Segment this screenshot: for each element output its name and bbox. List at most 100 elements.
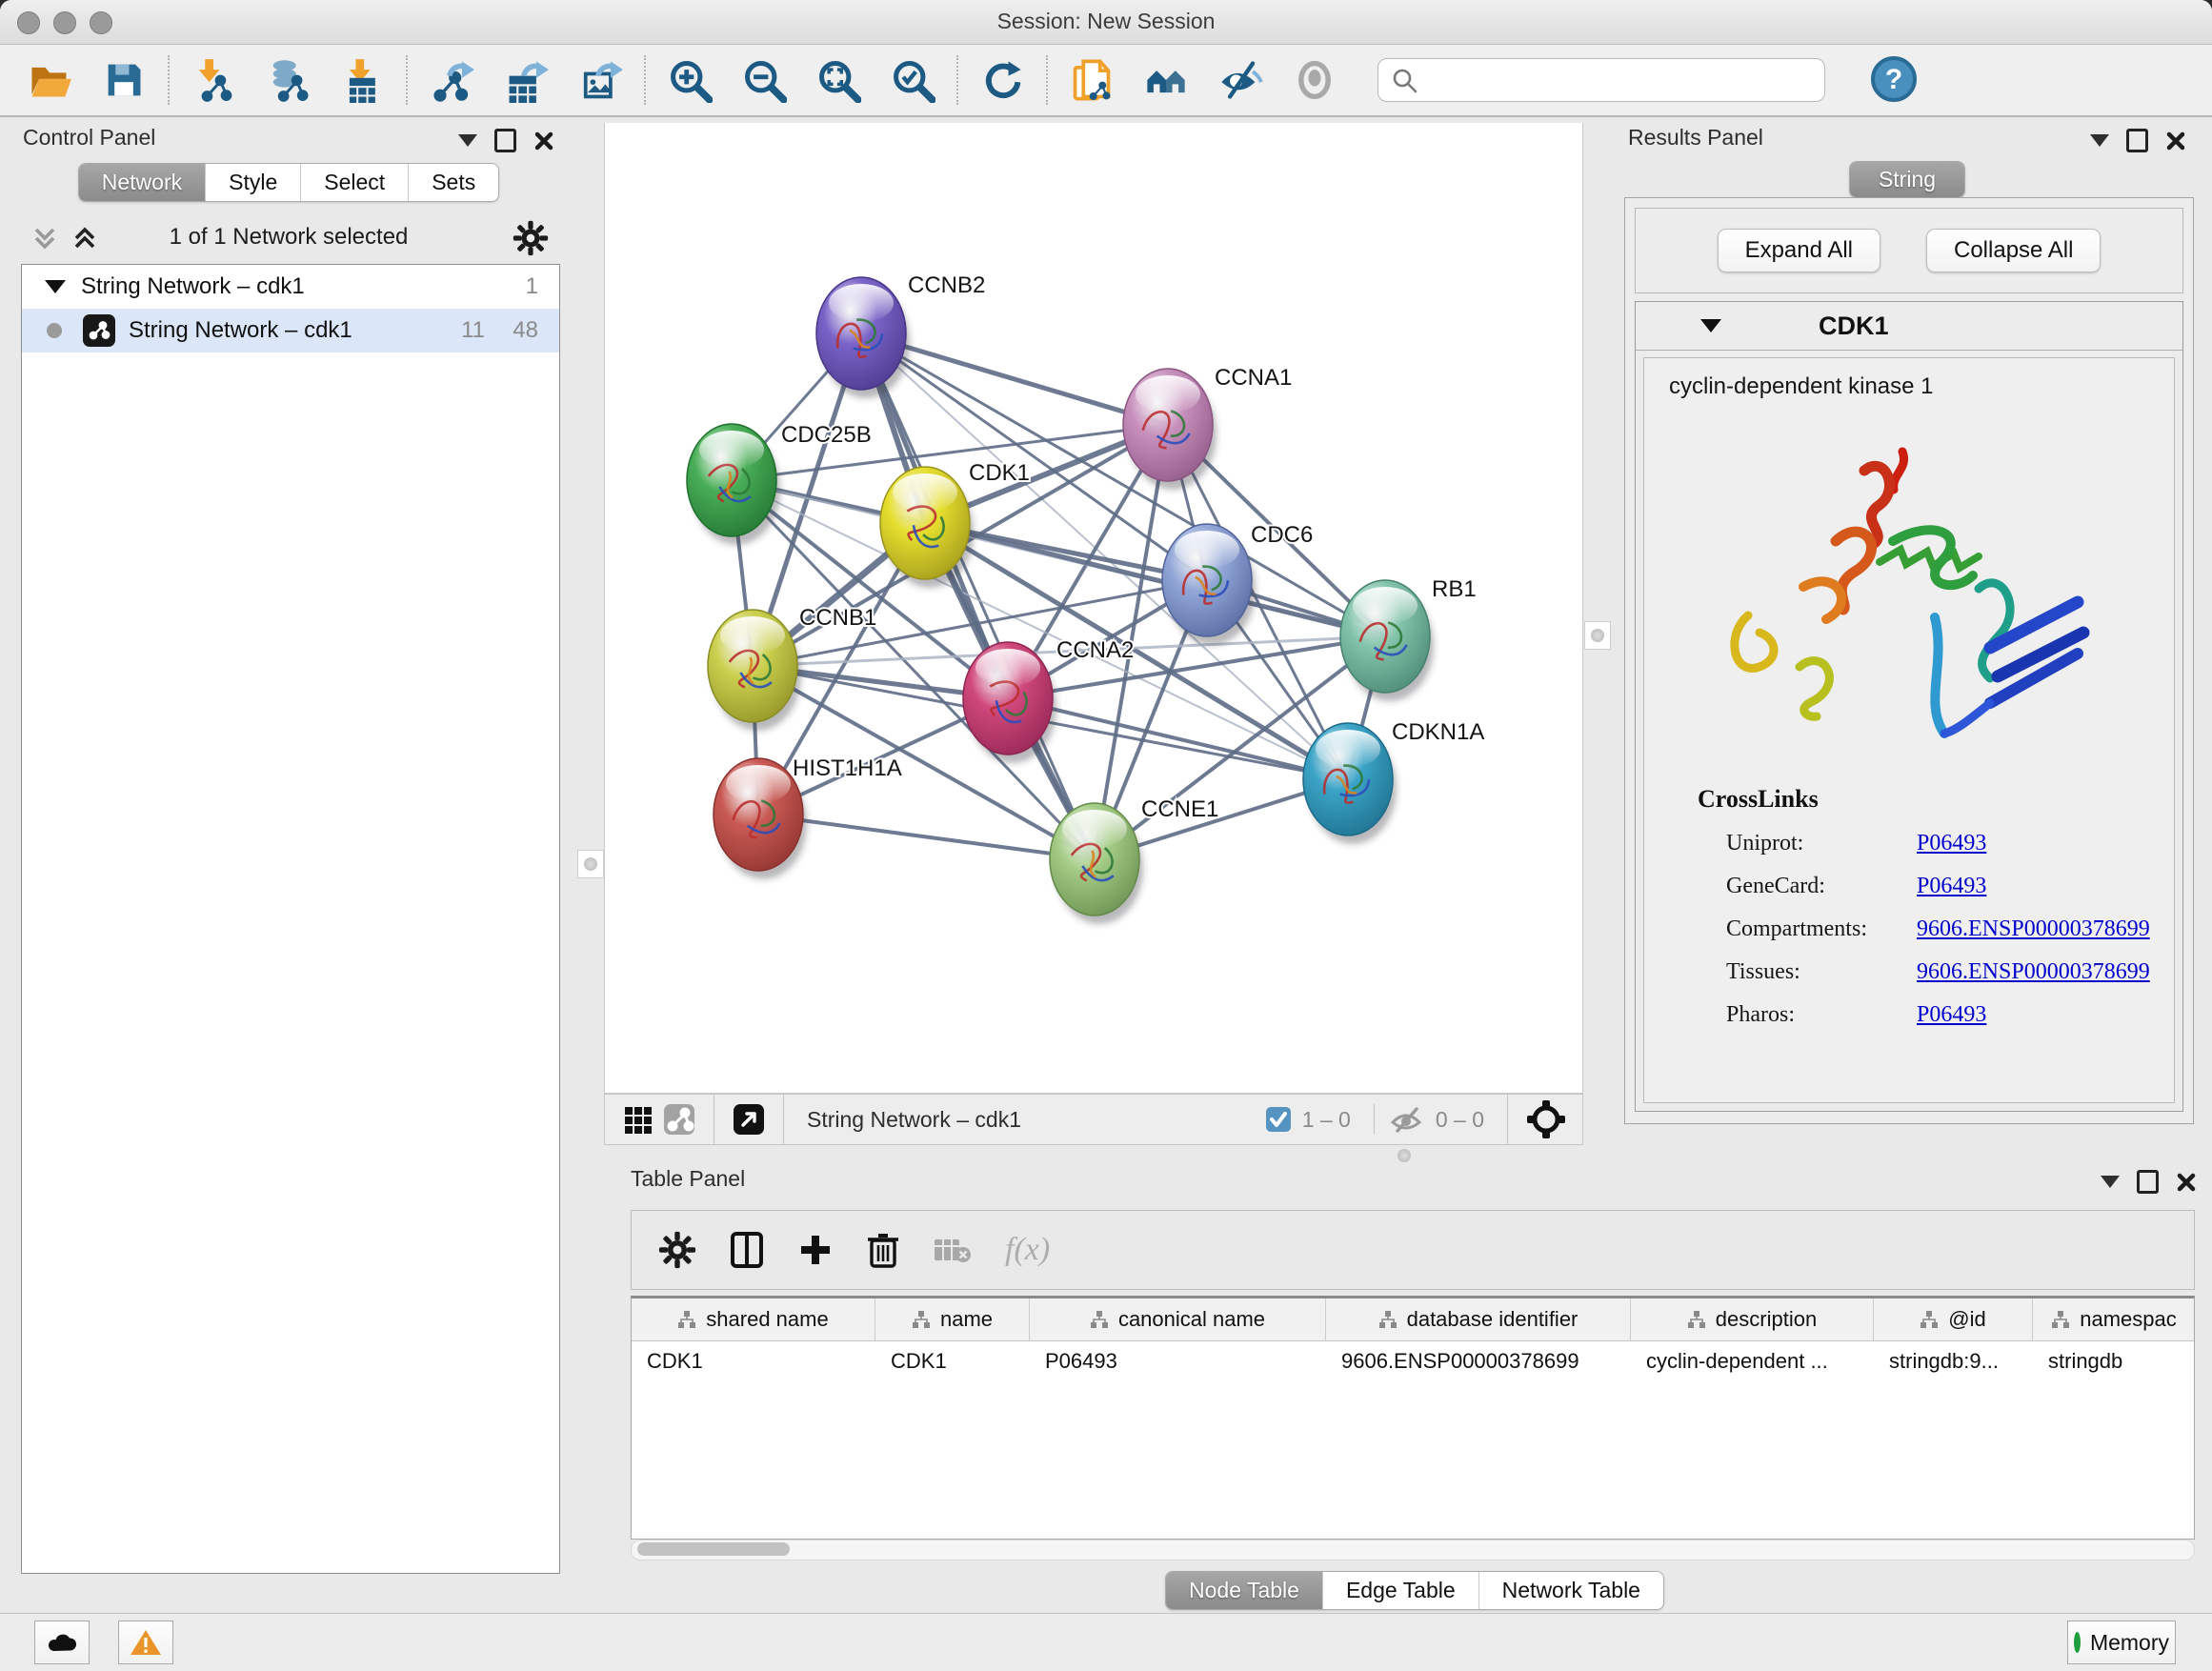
- network-row[interactable]: String Network – cdk1 11 48: [22, 309, 559, 352]
- import-database-icon: [265, 57, 311, 103]
- zoom-fit-button[interactable]: [814, 55, 863, 105]
- table-cell[interactable]: 9606.ENSP00000378699: [1326, 1341, 1631, 1383]
- control-panel-collapse-icon[interactable]: [458, 134, 477, 147]
- table-cell[interactable]: P06493: [1030, 1341, 1326, 1383]
- export-image-button[interactable]: [575, 55, 625, 105]
- tab-select[interactable]: Select: [301, 164, 409, 201]
- edge-CCNA2-CDKN1A[interactable]: [1008, 698, 1348, 779]
- show-columns-icon[interactable]: [729, 1231, 765, 1269]
- entry-header[interactable]: CDK1: [1636, 302, 2182, 351]
- search-input[interactable]: [1377, 58, 1825, 102]
- entry-disclosure-icon[interactable]: [1700, 319, 1721, 332]
- crosslink-link[interactable]: 9606.ENSP00000378699: [1917, 959, 2150, 985]
- open-button[interactable]: [25, 55, 74, 105]
- results-panel-collapse-icon[interactable]: [2090, 134, 2109, 147]
- network-canvas[interactable]: CCNB2 CCNA1 CDC25BCDK1 CDC6RB1 CCNB1 CCNA2 CDK…: [604, 123, 1583, 1094]
- table-panel-float-icon[interactable]: [2137, 1170, 2159, 1194]
- export-table-icon: [503, 57, 549, 103]
- node-CCNB2[interactable]: CCNB2: [816, 272, 985, 398]
- table-cell[interactable]: cyclin-dependent ...: [1631, 1341, 1874, 1383]
- tab-network[interactable]: Network: [79, 164, 206, 201]
- column-header--id[interactable]: @id: [1874, 1299, 2033, 1340]
- delete-column-trash-icon[interactable]: [866, 1231, 900, 1269]
- table-cell[interactable]: CDK1: [632, 1341, 875, 1383]
- graphics-details-button[interactable]: [1141, 55, 1191, 105]
- zoom-out-button[interactable]: [739, 55, 789, 105]
- table-row[interactable]: CDK1CDK1P064939606.ENSP00000378699cyclin…: [632, 1341, 2194, 1383]
- edge-HIST1H1A-CCNE1[interactable]: [758, 815, 1095, 859]
- fit-selected-crosshair-icon[interactable]: [1521, 1095, 1571, 1144]
- zoom-in-button[interactable]: [665, 55, 714, 105]
- table-cell[interactable]: stringdb: [2033, 1341, 2195, 1383]
- hide-selected-button[interactable]: [1216, 55, 1265, 105]
- scrollbar-thumb[interactable]: [637, 1542, 790, 1556]
- node-CDC6[interactable]: CDC6: [1162, 522, 1313, 645]
- tab-edge-table[interactable]: Edge Table: [1323, 1572, 1479, 1609]
- collapse-all-button[interactable]: Collapse All: [1926, 229, 2101, 272]
- crosslink-link[interactable]: 9606.ENSP00000378699: [1917, 916, 2150, 942]
- column-header-canonical-name[interactable]: canonical name: [1030, 1299, 1326, 1340]
- birds-eye-view-icon[interactable]: [728, 1098, 770, 1140]
- node-CDKN1A[interactable]: CDKN1A: [1303, 719, 1484, 844]
- column-header-database-identifier[interactable]: database identifier: [1326, 1299, 1631, 1340]
- node-CCNE1[interactable]: CCNE1: [1050, 796, 1218, 924]
- network-share-view-icon[interactable]: [658, 1098, 700, 1140]
- node-HIST1H1A[interactable]: HIST1H1A: [714, 755, 902, 879]
- table-cell[interactable]: CDK1: [875, 1341, 1030, 1383]
- bottom-splitter-handle[interactable]: [1391, 1148, 1418, 1163]
- tab-style[interactable]: Style: [206, 164, 301, 201]
- right-splitter-handle[interactable]: [1584, 621, 1611, 650]
- column-header-shared-name[interactable]: shared name: [632, 1299, 875, 1340]
- table-cell[interactable]: stringdb:9...: [1874, 1341, 2033, 1383]
- node-CCNA2[interactable]: CCNA2: [963, 637, 1134, 763]
- network-collection-row[interactable]: String Network – cdk1 1: [22, 265, 559, 309]
- tab-sets[interactable]: Sets: [409, 164, 498, 201]
- import-table-icon: [339, 57, 385, 103]
- cloud-status-button[interactable]: [34, 1621, 90, 1664]
- crosslink-link[interactable]: P06493: [1917, 874, 1986, 899]
- new-network-from-selection-button[interactable]: [1067, 55, 1116, 105]
- tab-node-table[interactable]: Node Table: [1166, 1572, 1323, 1609]
- control-panel-float-icon[interactable]: [494, 129, 516, 152]
- tab-network-table[interactable]: Network Table: [1479, 1572, 1663, 1609]
- table-options-gear-icon[interactable]: [658, 1231, 696, 1269]
- refresh-button[interactable]: [977, 55, 1027, 105]
- expand-all-button[interactable]: Expand All: [1718, 229, 1880, 272]
- node-CDK1[interactable]: CDK1: [880, 460, 1030, 588]
- node-CDC25B[interactable]: CDC25B: [687, 422, 872, 545]
- table-panel-close-icon[interactable]: [2176, 1172, 2197, 1193]
- hidden-eye-slash-icon[interactable]: [1388, 1103, 1426, 1136]
- node-RB1[interactable]: RB1: [1340, 576, 1477, 701]
- tab-string[interactable]: String: [1850, 162, 1964, 197]
- network-options-gear-icon[interactable]: [513, 220, 549, 256]
- table-horizontal-scrollbar[interactable]: [631, 1540, 2195, 1560]
- results-panel-close-icon[interactable]: [2165, 131, 2186, 151]
- zoom-selected-button[interactable]: [888, 55, 937, 105]
- import-network-button[interactable]: [189, 55, 238, 105]
- warnings-button[interactable]: [118, 1621, 173, 1664]
- column-header-description[interactable]: description: [1631, 1299, 1874, 1340]
- column-header-namespac[interactable]: namespac: [2033, 1299, 2195, 1340]
- export-table-button[interactable]: [501, 55, 551, 105]
- show-selected-button[interactable]: [1290, 55, 1339, 105]
- node-CCNB1[interactable]: CCNB1: [708, 605, 876, 731]
- create-column-plus-icon[interactable]: [797, 1232, 834, 1268]
- selected-checkbox-icon[interactable]: [1264, 1105, 1293, 1134]
- memory-button[interactable]: Memory: [2067, 1621, 2176, 1664]
- results-panel-float-icon[interactable]: [2126, 129, 2148, 152]
- node-CCNA1[interactable]: CCNA1: [1123, 365, 1292, 490]
- current-network-bullet-icon: [47, 323, 62, 338]
- grid-view-icon[interactable]: [618, 1099, 658, 1139]
- crosslink-link[interactable]: P06493: [1917, 831, 1986, 856]
- help-button[interactable]: ?: [1869, 54, 1919, 107]
- collection-disclosure-icon[interactable]: [45, 280, 66, 293]
- import-table-button[interactable]: [337, 55, 387, 105]
- import-database-button[interactable]: [263, 55, 312, 105]
- export-network-button[interactable]: [427, 55, 476, 105]
- control-panel-close-icon[interactable]: [533, 131, 554, 151]
- save-button[interactable]: [99, 55, 149, 105]
- table-panel-collapse-icon[interactable]: [2101, 1176, 2120, 1188]
- crosslink-link[interactable]: P06493: [1917, 1002, 1986, 1028]
- left-splitter-handle[interactable]: [577, 850, 604, 878]
- column-header-name[interactable]: name: [875, 1299, 1030, 1340]
